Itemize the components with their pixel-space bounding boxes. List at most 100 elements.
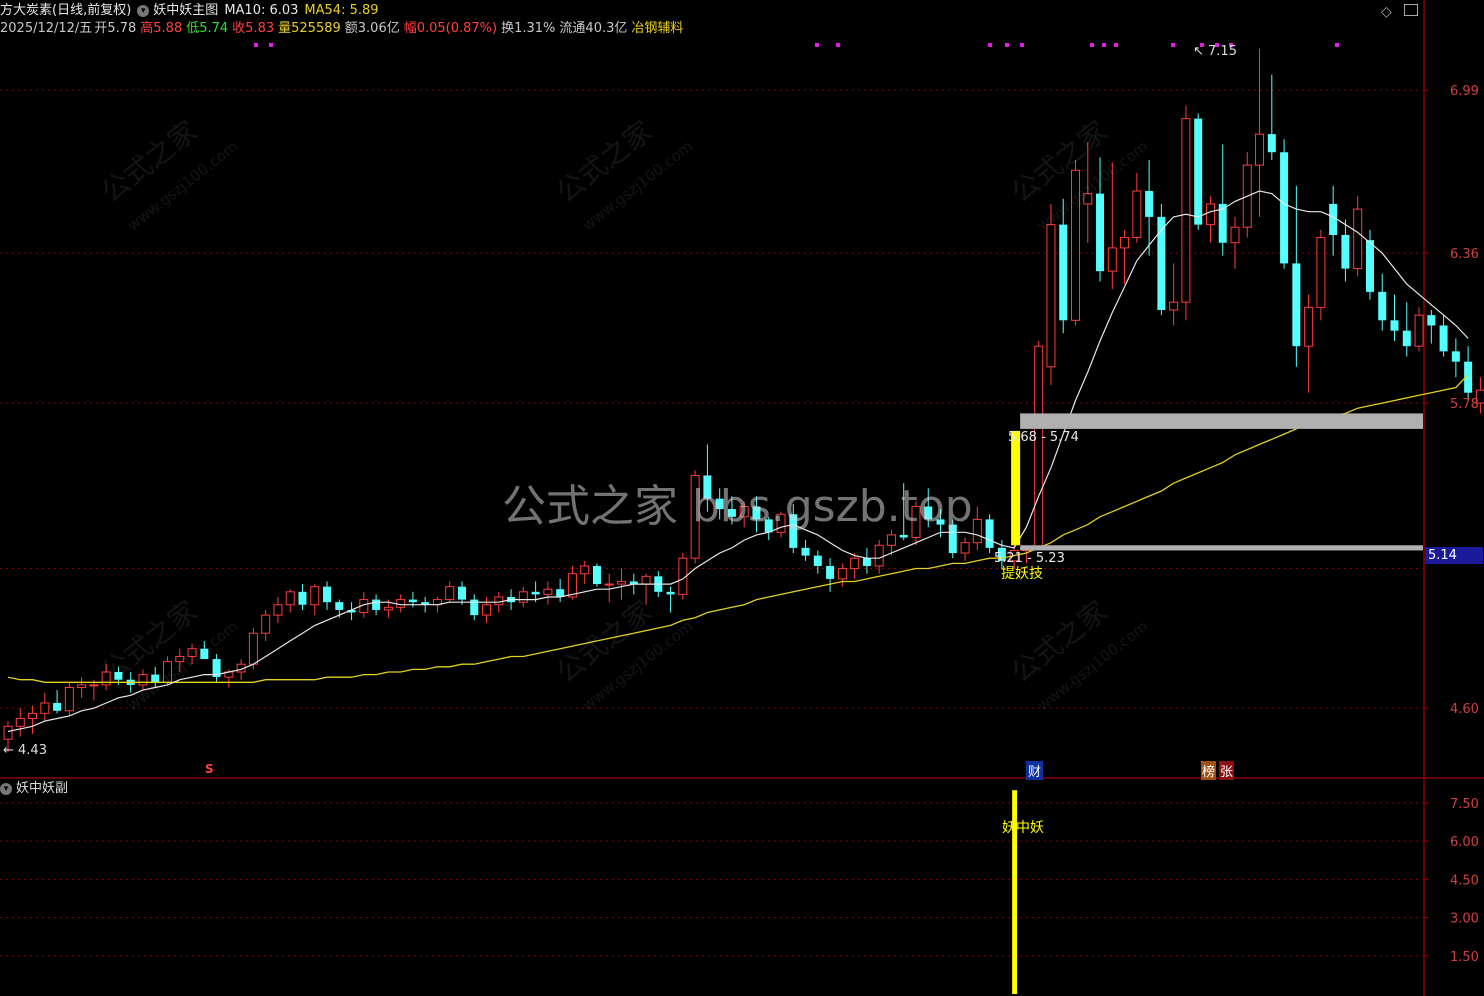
- sub-panel-title[interactable]: 妖中妖副: [16, 781, 68, 796]
- candle-body: [960, 542, 970, 554]
- candle-body: [617, 580, 626, 585]
- ma10-line: [7, 190, 1469, 733]
- event-dot-marker: [1114, 43, 1118, 47]
- candle-body: [1194, 118, 1203, 225]
- watermark-center: 公式之家 bbs.gszb.top: [502, 481, 973, 532]
- candle-body: [531, 591, 540, 595]
- candle-body: [1451, 351, 1460, 362]
- candle-body: [801, 547, 810, 556]
- candle-body: [985, 519, 994, 548]
- high-price-label: ↖ 7.15: [1193, 44, 1237, 59]
- candle-body: [1034, 345, 1044, 549]
- sub-y-tick-label: 4.50: [1450, 873, 1479, 888]
- candle-body: [1181, 118, 1191, 303]
- candle-body: [53, 703, 62, 711]
- candle-body: [604, 583, 614, 586]
- candle-body: [1316, 237, 1326, 308]
- candle-body: [1439, 325, 1448, 352]
- candle-body: [40, 702, 50, 714]
- candle-body: [248, 632, 258, 665]
- candle-body: [1059, 224, 1068, 321]
- event-dot-marker: [988, 43, 992, 47]
- candle-body: [1402, 330, 1411, 347]
- candle-body: [273, 604, 283, 616]
- event-finance-icon[interactable]: 财: [1026, 761, 1044, 780]
- candle-body: [1365, 240, 1374, 292]
- candle-body: [1169, 301, 1179, 311]
- event-dot-marker: [1102, 43, 1106, 47]
- candle-body: [1390, 320, 1399, 331]
- event-dot-marker: [1335, 43, 1339, 47]
- event-dot-marker: [1005, 43, 1009, 47]
- candle-body: [28, 712, 38, 720]
- sub-y-tick-label: 3.00: [1450, 912, 1479, 927]
- candle-body: [899, 534, 908, 538]
- candle-body: [592, 565, 601, 585]
- y-tick-label: 5.78: [1450, 397, 1479, 412]
- candle-body: [3, 725, 13, 740]
- candle-body: [1096, 193, 1105, 272]
- event-dot-marker: [269, 43, 273, 47]
- candle-body: [1341, 234, 1350, 269]
- sub-panel-header: ▾ 妖中妖副: [0, 780, 68, 798]
- event-s-icon[interactable]: S: [205, 762, 214, 776]
- candle-body: [518, 591, 528, 603]
- candle-body: [383, 606, 393, 611]
- candle-body: [1145, 191, 1154, 217]
- candle-body: [1107, 247, 1117, 272]
- sub-y-tick-label: 1.50: [1450, 950, 1479, 965]
- event-dot-marker: [1090, 43, 1094, 47]
- event-dot-marker: [815, 43, 819, 47]
- candle-body: [482, 604, 492, 616]
- candle-body: [396, 599, 406, 608]
- candle-body: [15, 718, 25, 727]
- sub-indicator-dropdown-icon[interactable]: ▾: [0, 782, 12, 795]
- sub-y-tick-label: 6.00: [1450, 835, 1479, 850]
- candle-body: [874, 544, 884, 567]
- event-dot-marker: [254, 43, 258, 47]
- y-tick-label: 6.36: [1450, 247, 1479, 262]
- candle-body: [335, 602, 344, 610]
- zone-lower-band: [1020, 545, 1423, 551]
- event-rise-icon[interactable]: 张: [1219, 761, 1235, 780]
- candle-body: [972, 518, 982, 544]
- candle-body: [77, 684, 87, 688]
- zone-upper-band: [1020, 413, 1423, 429]
- signal-text: 提妖技: [1001, 566, 1043, 582]
- event-dot-marker: [836, 43, 840, 47]
- candle-body: [1205, 203, 1215, 226]
- candle-body: [543, 588, 553, 595]
- candle-body: [445, 586, 455, 601]
- event-dot-marker: [1171, 43, 1175, 47]
- candle-body: [1255, 133, 1265, 166]
- candle-body: [1230, 226, 1240, 244]
- sub-signal-label: 妖中妖: [1002, 820, 1044, 836]
- event-list-icon[interactable]: 榜: [1201, 761, 1217, 780]
- candle-body: [1046, 224, 1056, 368]
- signal-yellow-bar: [1011, 430, 1021, 546]
- candle-body: [1414, 314, 1424, 347]
- candle-body: [1120, 237, 1130, 249]
- candle-body: [837, 568, 847, 580]
- candle-body: [1378, 291, 1387, 321]
- candle-body: [850, 557, 860, 570]
- candle-body: [1427, 315, 1436, 326]
- candle-body: [372, 599, 381, 610]
- candle-body: [1353, 208, 1363, 270]
- candle-body: [261, 614, 271, 634]
- candle-body: [1280, 152, 1289, 264]
- candle-body: [1157, 216, 1166, 310]
- candle-body: [298, 591, 307, 605]
- y-tick-label: 4.60: [1450, 702, 1479, 717]
- candle-body: [285, 591, 295, 606]
- candle-body: [494, 596, 504, 606]
- zone-top-label: 5.68 - 5.74: [1008, 430, 1079, 445]
- current-price-tag: 5.14: [1425, 547, 1483, 564]
- candle-body: [1304, 306, 1314, 347]
- candle-body: [323, 586, 332, 603]
- sub-y-tick-label: 7.50: [1450, 797, 1479, 812]
- candle-body: [310, 586, 320, 606]
- event-dot-marker: [1020, 43, 1024, 47]
- low-price-label: ← 4.43: [3, 743, 47, 758]
- candle-body: [457, 586, 466, 600]
